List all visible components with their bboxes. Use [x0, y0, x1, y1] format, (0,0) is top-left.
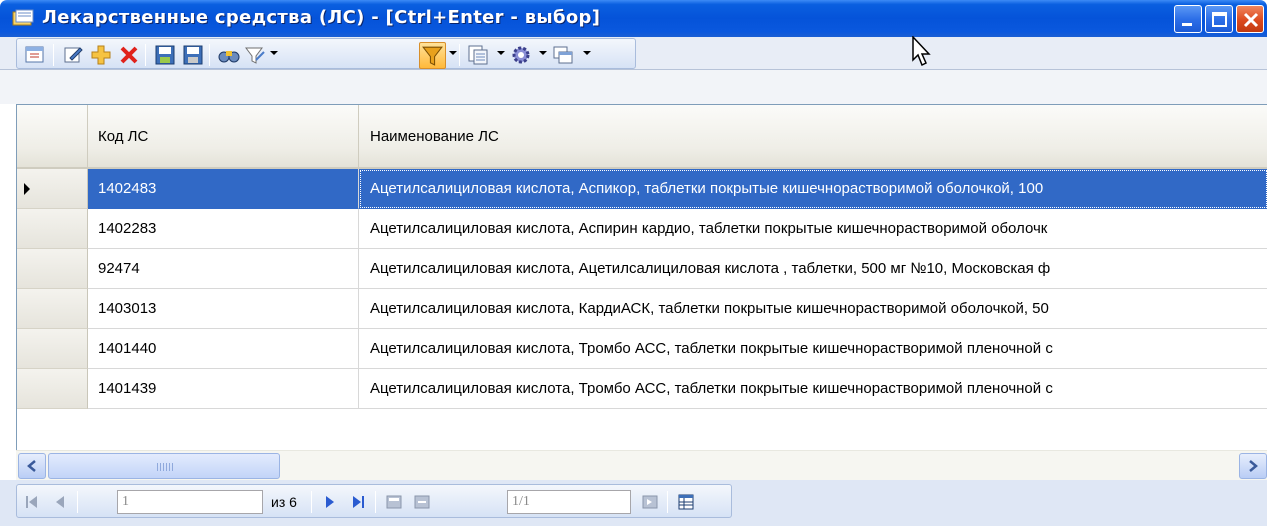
- chevron-down-icon[interactable]: [270, 51, 278, 55]
- filter-edit-icon[interactable]: [243, 43, 267, 67]
- last-record-icon[interactable]: [349, 493, 367, 511]
- cell-name[interactable]: Ацетилсалициловая кислота, Ацетилсалицил…: [359, 249, 1267, 289]
- navigator-separator: [375, 491, 376, 513]
- table-row[interactable]: 1402483 Ацетилсалициловая кислота, Аспик…: [17, 169, 1267, 209]
- table-row[interactable]: 1401440 Ацетилсалициловая кислота, Тромб…: [17, 329, 1267, 369]
- close-icon: [1243, 12, 1259, 28]
- minimize-button[interactable]: [1174, 5, 1202, 33]
- cell-code[interactable]: 1402283: [88, 209, 359, 249]
- minimize-icon: [1182, 23, 1192, 26]
- row-selector[interactable]: [17, 169, 88, 209]
- row-selector[interactable]: [17, 209, 88, 249]
- scroll-thumb[interactable]: [48, 453, 280, 479]
- table-row[interactable]: 92474 Ацетилсалициловая кислота, Ацетилс…: [17, 249, 1267, 289]
- navigator-separator: [77, 491, 78, 513]
- cell-name[interactable]: Ацетилсалициловая кислота, КардиАСК, таб…: [359, 289, 1267, 329]
- save-icon[interactable]: [153, 43, 177, 67]
- scroll-right-button[interactable]: [1239, 453, 1267, 479]
- toolbar-gap: [0, 70, 1267, 104]
- settings-icon[interactable]: [509, 43, 533, 67]
- row-selector[interactable]: [17, 289, 88, 329]
- navigator-separator: [311, 491, 312, 513]
- table-row[interactable]: 1403013 Ацетилсалициловая кислота, Карди…: [17, 289, 1267, 329]
- new-record-icon[interactable]: [385, 493, 403, 511]
- toolbar-strip: [16, 38, 636, 69]
- toolbar-separator: [459, 44, 460, 66]
- column-header-code[interactable]: Код ЛС: [88, 105, 359, 167]
- copy-icon[interactable]: [466, 43, 490, 67]
- maximize-button[interactable]: [1205, 5, 1233, 33]
- toolbar-separator: [209, 44, 210, 66]
- filter-icon: [422, 46, 443, 66]
- folder-form-icon: [12, 9, 34, 26]
- cell-name[interactable]: Ацетилсалициловая кислота, Аспирин карди…: [359, 209, 1267, 249]
- chevron-down-icon[interactable]: [539, 51, 547, 55]
- cell-code[interactable]: 1402483: [88, 169, 359, 209]
- grid-header: Код ЛС Наименование ЛС: [17, 105, 1267, 169]
- cell-code[interactable]: 1401440: [88, 329, 359, 369]
- refresh-icon[interactable]: [23, 43, 47, 67]
- windows-icon[interactable]: [551, 43, 575, 67]
- toolbar: [0, 37, 1267, 70]
- cell-code[interactable]: 1403013: [88, 289, 359, 329]
- delete-icon[interactable]: [117, 43, 141, 67]
- data-grid[interactable]: Код ЛС Наименование ЛС 1402483 Ацетилсал…: [16, 105, 1267, 450]
- next-record-icon[interactable]: [321, 493, 339, 511]
- first-record-icon[interactable]: [23, 493, 41, 511]
- window-title: Лекарственные средства (ЛС) - [Ctrl+Ente…: [42, 7, 601, 28]
- chevron-right-icon: [1249, 460, 1258, 472]
- cell-code[interactable]: 92474: [88, 249, 359, 289]
- cell-name[interactable]: Ацетилсалициловая кислота, Аспикор, табл…: [359, 169, 1267, 209]
- row-selector-header: [17, 105, 88, 167]
- horizontal-scrollbar[interactable]: [16, 450, 1267, 480]
- chevron-down-icon[interactable]: [497, 51, 505, 55]
- mouse-cursor-icon: [912, 36, 931, 67]
- toolbar-separator: [145, 44, 146, 66]
- navigator-bar: 1 из 6 1/1: [0, 480, 1267, 526]
- maximize-icon: [1212, 12, 1227, 27]
- page-count-label: из 6: [271, 494, 297, 510]
- navigator-strip: 1 из 6 1/1: [16, 484, 732, 518]
- save-as-icon[interactable]: [181, 43, 205, 67]
- chevron-left-icon: [27, 460, 36, 472]
- previous-record-icon[interactable]: [51, 493, 69, 511]
- chevron-down-icon[interactable]: [583, 51, 591, 55]
- title-bar[interactable]: Лекарственные средства (ЛС) - [Ctrl+Ente…: [0, 0, 1267, 37]
- grid-view-icon[interactable]: [677, 493, 695, 511]
- chevron-down-icon[interactable]: [449, 51, 457, 55]
- add-icon[interactable]: [89, 43, 113, 67]
- close-button[interactable]: [1236, 5, 1264, 33]
- row-selector[interactable]: [17, 369, 88, 409]
- page-number-input[interactable]: 1: [117, 490, 263, 514]
- find-icon[interactable]: [217, 43, 241, 67]
- cell-name[interactable]: Ацетилсалициловая кислота, Тромбо АСС, т…: [359, 329, 1267, 369]
- filter-button-active[interactable]: [419, 42, 446, 69]
- column-header-name[interactable]: Наименование ЛС: [359, 105, 1267, 167]
- navigator-separator: [667, 491, 668, 513]
- cell-code[interactable]: 1401439: [88, 369, 359, 409]
- delete-record-icon[interactable]: [413, 493, 431, 511]
- current-row-arrow-icon: [24, 183, 30, 195]
- cell-name[interactable]: Ацетилсалициловая кислота, Тромбо АСС, т…: [359, 369, 1267, 409]
- goto-record-icon[interactable]: [641, 493, 659, 511]
- row-selector[interactable]: [17, 249, 88, 289]
- table-row[interactable]: 1401439 Ацетилсалициловая кислота, Тромб…: [17, 369, 1267, 409]
- scroll-grip: [157, 463, 173, 471]
- edit-icon[interactable]: [61, 43, 85, 67]
- scroll-left-button[interactable]: [18, 453, 46, 479]
- table-row[interactable]: 1402283 Ацетилсалициловая кислота, Аспир…: [17, 209, 1267, 249]
- row-selector[interactable]: [17, 329, 88, 369]
- record-position-input[interactable]: 1/1: [507, 490, 631, 514]
- toolbar-separator: [53, 44, 54, 66]
